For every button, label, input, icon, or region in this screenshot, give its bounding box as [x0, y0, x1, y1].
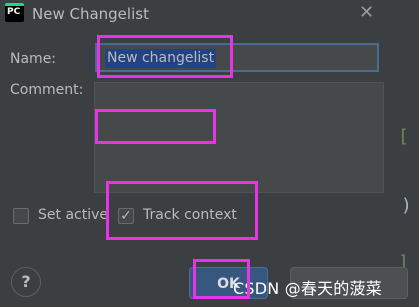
name-input[interactable]: New changelist	[95, 43, 379, 72]
name-input-value: New changelist	[105, 49, 217, 68]
comment-label: Comment:	[10, 82, 83, 98]
name-label: Name:	[10, 51, 56, 67]
name-label-text: Name:	[10, 51, 57, 67]
set-active-label[interactable]: Set active	[38, 207, 108, 223]
close-icon[interactable]: ✕	[359, 2, 374, 23]
track-context-label[interactable]: Track context	[143, 207, 237, 223]
watermark-text: CSDN @春天的菠菜	[233, 279, 382, 298]
comment-textarea[interactable]	[94, 82, 384, 193]
dialog-title: New Changelist	[32, 5, 149, 23]
track-context-checkbox[interactable]: ✓	[118, 208, 134, 224]
new-changelist-dialog: PC New Changelist ✕ Name: New changelist…	[0, 0, 419, 307]
help-button[interactable]: ?	[11, 267, 41, 297]
background-code-fragment-1: [	[398, 126, 409, 147]
background-code-fragment-2: )	[401, 195, 412, 216]
pycharm-app-icon: PC	[5, 3, 24, 22]
set-active-checkbox[interactable]	[13, 208, 29, 224]
comment-label-text: Comment:	[10, 82, 84, 98]
title-bar: PC New Changelist ✕	[0, 0, 419, 30]
app-icon-text: PC	[7, 7, 21, 17]
